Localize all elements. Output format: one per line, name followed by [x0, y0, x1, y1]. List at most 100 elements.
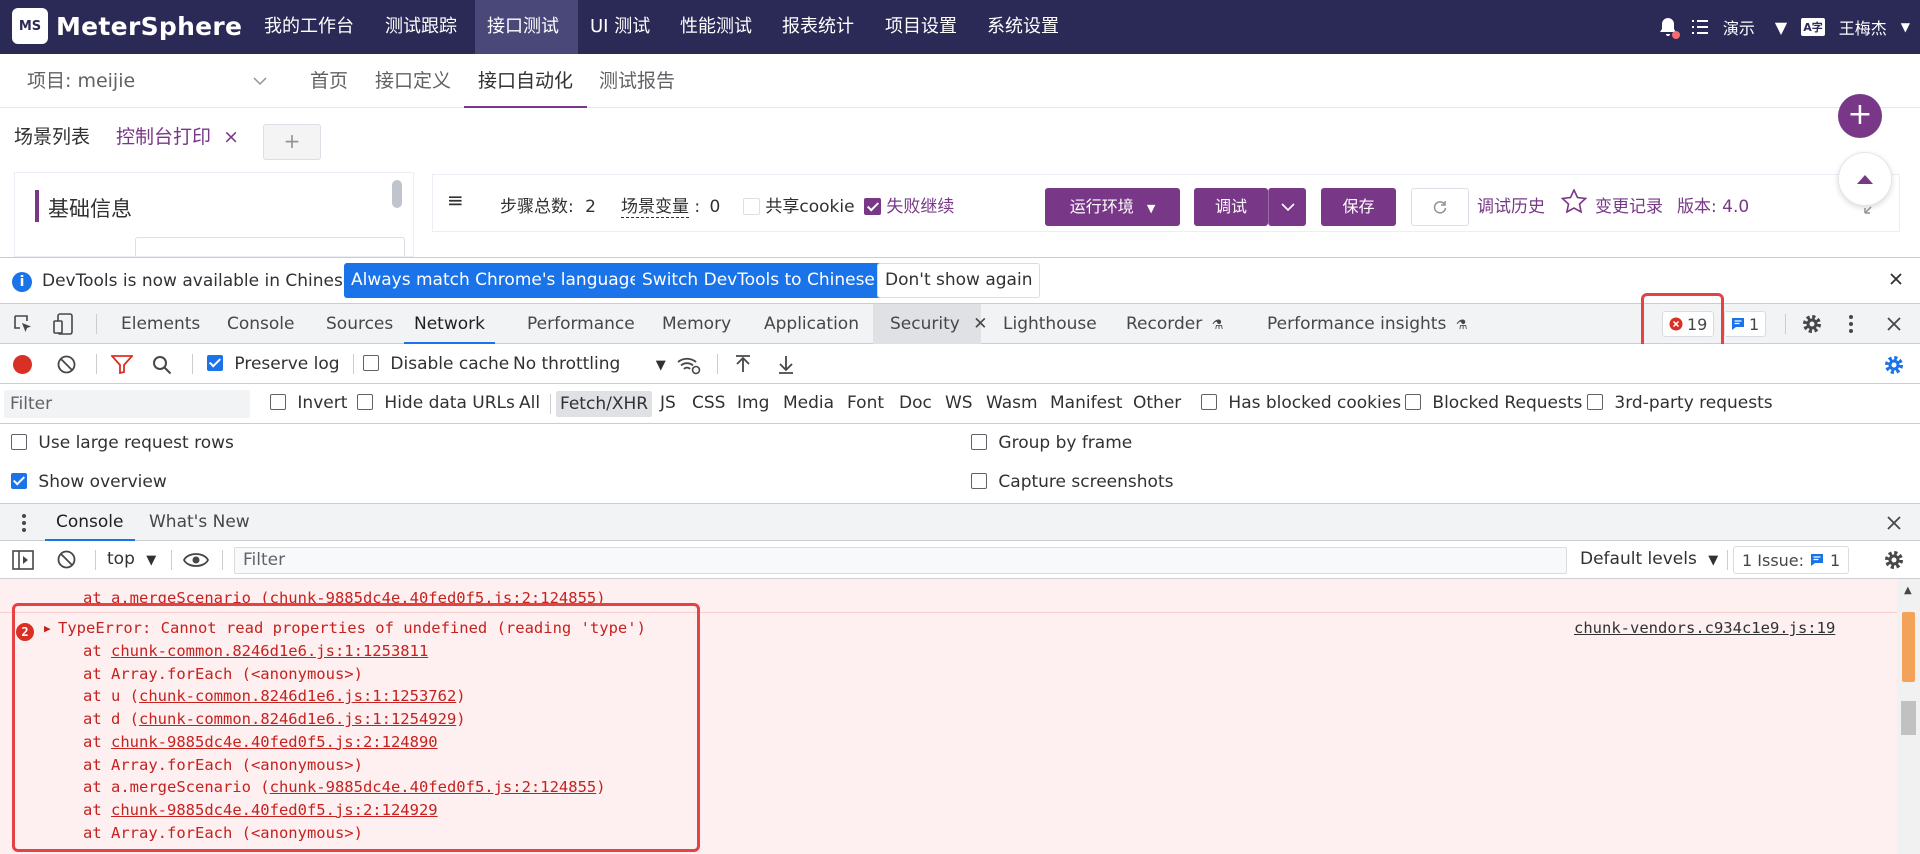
settings-gear-icon[interactable]: [1801, 313, 1823, 335]
menu-icon[interactable]: ≡: [447, 188, 464, 212]
tab-console[interactable]: Console: [227, 304, 295, 344]
type-filter-wasm[interactable]: Wasm: [986, 393, 1038, 413]
checkbox[interactable]: [357, 394, 373, 410]
filter-icon[interactable]: [111, 355, 133, 374]
type-filter-js[interactable]: JS: [660, 393, 676, 413]
chevron-down-icon[interactable]: ▼: [1901, 20, 1910, 34]
nav-ui-test[interactable]: UI 测试: [578, 0, 662, 54]
third-party-requests-checkbox[interactable]: 3rd-party requests: [1587, 393, 1773, 413]
tab-sources[interactable]: Sources: [326, 304, 393, 344]
run-env-button[interactable]: 运行环境 ▼: [1045, 188, 1180, 226]
checkbox[interactable]: [743, 198, 760, 215]
close-icon[interactable]: ✕: [973, 314, 987, 334]
checkbox[interactable]: [1201, 394, 1217, 410]
scroll-top-fab[interactable]: [1838, 152, 1892, 206]
type-filter-img[interactable]: Img: [737, 393, 769, 413]
subtab-test-report[interactable]: 测试报告: [585, 54, 689, 108]
network-conditions-icon[interactable]: [676, 355, 702, 375]
checkbox[interactable]: [971, 473, 987, 489]
preserve-log-checkbox[interactable]: Preserve log: [207, 354, 340, 374]
device-toolbar-icon[interactable]: [52, 312, 76, 336]
clear-console-icon[interactable]: [57, 550, 76, 569]
continue-on-fail-checkbox[interactable]: 失败继续: [864, 192, 954, 217]
notification-bell-icon[interactable]: [1659, 17, 1680, 39]
console-settings-gear-icon[interactable]: [1883, 549, 1905, 571]
tab-performance[interactable]: Performance: [527, 304, 635, 344]
more-options-icon[interactable]: [1848, 313, 1854, 335]
checkbox[interactable]: [11, 434, 27, 450]
checkbox[interactable]: [270, 394, 286, 410]
capture-screenshots-checkbox[interactable]: Capture screenshots: [971, 472, 1173, 492]
type-filter-manifest[interactable]: Manifest: [1050, 393, 1123, 413]
tab-security[interactable]: Security ✕: [890, 304, 987, 344]
console-scrollbar[interactable]: ▲: [1897, 579, 1920, 854]
tab-elements[interactable]: Elements: [121, 304, 200, 344]
name-input[interactable]: [135, 237, 405, 256]
blocked-requests-checkbox[interactable]: Blocked Requests: [1405, 393, 1582, 413]
error-source-link[interactable]: chunk-vendors.c934c1e9.js:19: [1574, 619, 1835, 637]
checkbox[interactable]: [971, 434, 987, 450]
scroll-thumb[interactable]: [1901, 701, 1916, 735]
panel-scrollbar[interactable]: [392, 180, 402, 208]
language-icon[interactable]: A字: [1801, 18, 1825, 36]
type-filter-other[interactable]: Other: [1133, 393, 1181, 413]
add-tab-button[interactable]: +: [263, 124, 321, 160]
export-har-icon[interactable]: [777, 355, 795, 374]
hide-data-urls-checkbox[interactable]: Hide data URLs: [357, 393, 515, 413]
dont-show-again-button[interactable]: Don't show again: [877, 263, 1041, 298]
task-list-icon[interactable]: [1691, 18, 1709, 36]
subtab-home[interactable]: 首页: [296, 54, 362, 108]
record-icon[interactable]: [13, 355, 32, 374]
console-filter-input[interactable]: Filter: [234, 547, 1567, 574]
type-filter-fetch-xhr[interactable]: Fetch/XHR: [556, 391, 653, 417]
context-select[interactable]: top ▼: [107, 549, 156, 569]
show-overview-checkbox[interactable]: Show overview: [11, 472, 167, 492]
share-cookie-checkbox[interactable]: 共享cookie: [743, 192, 855, 217]
scroll-up-arrow-icon[interactable]: ▲: [1904, 585, 1912, 596]
tab-recorder[interactable]: Recorder ⚗: [1126, 304, 1223, 344]
disable-cache-checkbox[interactable]: Disable cache: [363, 354, 509, 374]
version-label[interactable]: 版本: 4.0: [1677, 192, 1749, 217]
nav-performance-test[interactable]: 性能测试: [668, 0, 764, 54]
nav-project-settings[interactable]: 项目设置: [873, 0, 969, 54]
checkbox[interactable]: [1405, 394, 1421, 410]
tab-console-print[interactable]: 控制台打印 ×: [116, 122, 239, 152]
checkbox[interactable]: [1587, 394, 1603, 410]
drawer-tab-console[interactable]: Console: [45, 504, 135, 541]
save-button[interactable]: 保存: [1321, 188, 1396, 226]
subtab-api-automation[interactable]: 接口自动化: [464, 54, 588, 108]
checkbox[interactable]: [207, 355, 223, 371]
close-icon[interactable]: ×: [223, 126, 239, 148]
close-devtools-icon[interactable]: [1886, 316, 1902, 332]
issues-button[interactable]: 1 Issue: 1: [1733, 546, 1850, 574]
large-rows-checkbox[interactable]: Use large request rows: [11, 433, 234, 453]
type-filter-ws[interactable]: WS: [945, 393, 973, 413]
drawer-tab-whats-new[interactable]: What's New: [149, 504, 250, 541]
type-filter-media[interactable]: Media: [783, 393, 834, 413]
search-icon[interactable]: [152, 355, 172, 375]
star-icon[interactable]: [1561, 189, 1587, 213]
network-settings-gear-icon[interactable]: [1883, 354, 1905, 376]
logo[interactable]: MS MeterSphere: [12, 8, 242, 44]
group-by-frame-checkbox[interactable]: Group by frame: [971, 433, 1132, 453]
subtab-api-definition[interactable]: 接口定义: [361, 54, 465, 108]
scenario-variables[interactable]: 场景变量 : 0: [621, 192, 720, 218]
import-har-icon[interactable]: [734, 355, 752, 374]
live-expression-eye-icon[interactable]: [183, 551, 209, 569]
refresh-button[interactable]: [1411, 188, 1469, 226]
inspect-element-icon[interactable]: [12, 313, 34, 335]
checkbox[interactable]: [363, 355, 379, 371]
nav-api-test[interactable]: 接口测试: [475, 0, 578, 54]
tab-performance-insights[interactable]: Performance insights ⚗: [1267, 304, 1467, 344]
add-step-fab[interactable]: +: [1838, 94, 1882, 138]
debug-history-link[interactable]: 调试历史: [1477, 192, 1545, 217]
close-icon[interactable]: [1888, 271, 1904, 287]
type-filter-font[interactable]: Font: [847, 393, 884, 413]
workspace-select[interactable]: 演示 ▼: [1723, 15, 1787, 39]
change-log-link[interactable]: 变更记录: [1595, 192, 1663, 217]
has-blocked-cookies-checkbox[interactable]: Has blocked cookies: [1201, 393, 1401, 413]
tab-application[interactable]: Application: [764, 304, 859, 344]
network-filter-input[interactable]: Filter: [4, 390, 250, 418]
sidebar-toggle-icon[interactable]: [12, 550, 34, 570]
invert-checkbox[interactable]: Invert: [270, 393, 347, 413]
